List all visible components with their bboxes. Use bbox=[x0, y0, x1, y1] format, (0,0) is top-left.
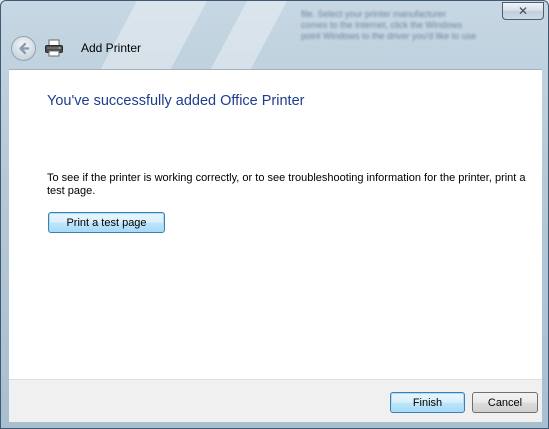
close-button[interactable]: ✕ bbox=[502, 2, 544, 20]
close-icon: ✕ bbox=[517, 4, 529, 18]
dialog-window: file. Select your printer manufacturer c… bbox=[0, 0, 549, 429]
glass-reflection bbox=[209, 1, 293, 71]
content-panel: You've successfully added Office Printer… bbox=[9, 69, 542, 379]
window-title: Add Printer bbox=[81, 41, 142, 55]
success-heading: You've successfully added Office Printer bbox=[47, 93, 305, 109]
background-text-line: comes to the Internet, click the Windows bbox=[301, 20, 463, 30]
glass-reflection bbox=[99, 1, 213, 71]
cancel-button[interactable]: Cancel bbox=[472, 392, 538, 413]
footer-bar: Finish Cancel bbox=[9, 379, 542, 422]
printer-icon bbox=[45, 39, 63, 57]
background-text-line: point Windows to the driver you'd like t… bbox=[301, 31, 477, 41]
print-test-page-button[interactable]: Print a test page bbox=[48, 212, 165, 233]
back-arrow-icon bbox=[19, 42, 30, 55]
instruction-text: To see if the printer is working correct… bbox=[47, 172, 526, 197]
finish-button[interactable]: Finish bbox=[390, 392, 465, 413]
back-button[interactable] bbox=[11, 36, 36, 61]
